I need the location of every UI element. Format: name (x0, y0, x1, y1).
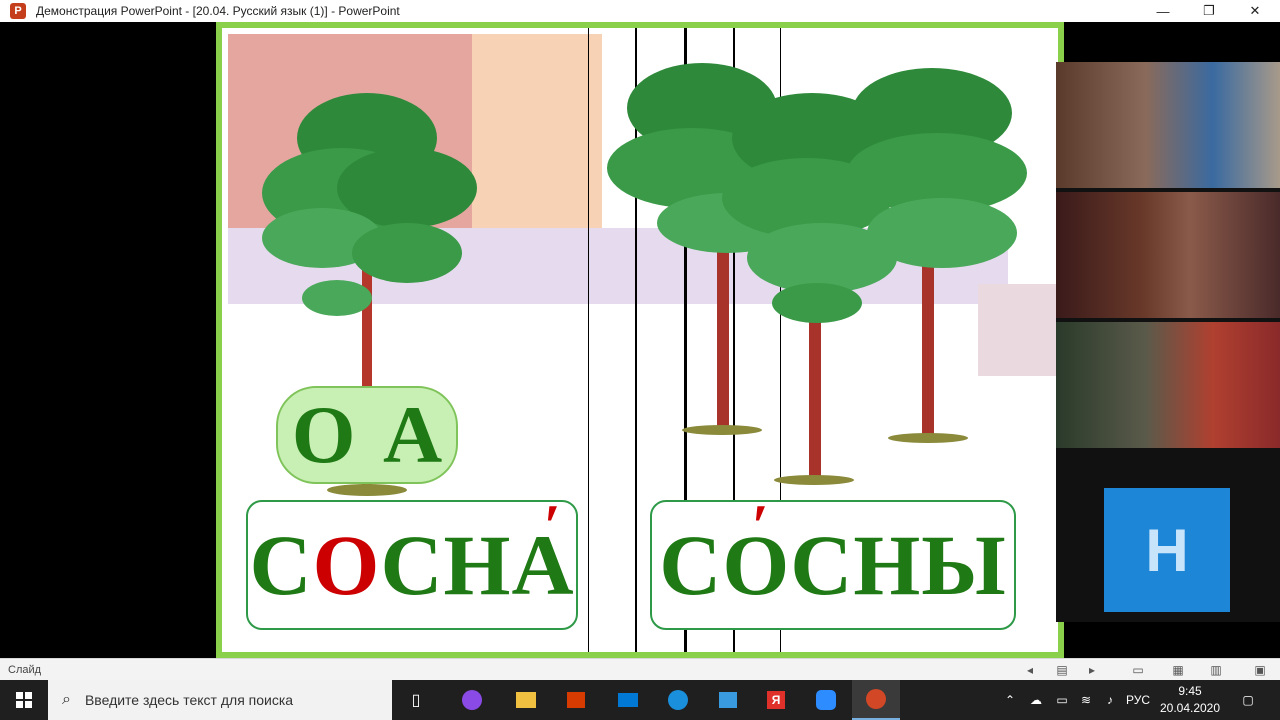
minimize-button[interactable]: — (1140, 0, 1186, 22)
alice-icon[interactable] (448, 680, 496, 720)
stress-mark: ′ (752, 493, 770, 559)
taskbar-search[interactable]: ⌕ Введите здесь текст для поиска (48, 680, 392, 720)
slideshow-stage[interactable]: О А С О СНА ′ С О СНЫ ′ Н (0, 22, 1280, 658)
word-letter: С (659, 517, 723, 613)
word-letter: С (249, 517, 313, 613)
task-view-icon[interactable]: ▯ (392, 680, 440, 720)
participant-video-1[interactable] (1056, 62, 1280, 188)
search-icon: ⌕ (62, 691, 71, 708)
clock[interactable]: 9:45 20.04.2020 (1150, 683, 1230, 717)
powerpoint-icon[interactable] (852, 680, 900, 720)
participant-initial: Н (1145, 516, 1189, 584)
stress-mark: ′ (544, 493, 562, 559)
word-ending: СНЫ (790, 517, 1007, 613)
slideshow-icon[interactable]: ▣ (1252, 662, 1268, 678)
highlighted-vowel: О (312, 517, 381, 613)
store-icon[interactable] (552, 680, 600, 720)
windows-icon (16, 692, 32, 708)
slide-sorter-icon[interactable]: ▦ (1170, 662, 1186, 678)
normal-view-icon[interactable]: ▭ (1130, 662, 1146, 678)
restore-button[interactable]: ❐ (1186, 0, 1232, 22)
word-sosna: С О СНА ′ (246, 496, 578, 630)
word-sosny: С О СНЫ ′ (650, 496, 1016, 630)
file-explorer-icon[interactable] (502, 680, 550, 720)
start-button[interactable] (0, 680, 48, 720)
search-placeholder: Введите здесь текст для поиска (84, 692, 294, 708)
participant-video-3[interactable] (1056, 322, 1280, 448)
volume-icon[interactable]: ♪ (1098, 680, 1122, 720)
participant-video-2[interactable] (1056, 192, 1280, 318)
letter-a[interactable]: А (383, 394, 442, 476)
title-bar: P Демонстрация PowerPoint - [20.04. Русс… (0, 0, 1280, 22)
previous-icon[interactable]: ◂ (1022, 662, 1038, 678)
status-bar: Слайд ◂ ▤ ▸ ▭ ▦ ▥ ▣ (0, 658, 1280, 680)
window-title: Демонстрация PowerPoint - [20.04. Русски… (36, 4, 400, 18)
yandex-icon[interactable]: Я (752, 680, 800, 720)
close-button[interactable]: ✕ (1232, 0, 1278, 22)
zoom-icon[interactable] (802, 680, 850, 720)
wifi-icon[interactable]: ≋ (1074, 680, 1098, 720)
app-icon[interactable] (704, 680, 752, 720)
clock-time: 9:45 (1178, 684, 1202, 698)
video-panel: Н (1056, 62, 1280, 622)
next-icon[interactable]: ▸ (1084, 662, 1100, 678)
battery-icon[interactable]: ▭ (1050, 680, 1074, 720)
taskbar: ⌕ Введите здесь текст для поиска ▯ Я ⌃ ☁… (0, 680, 1280, 720)
onedrive-icon[interactable]: ☁ (1024, 680, 1048, 720)
powerpoint-logo-icon: P (10, 3, 26, 19)
slide-label: Слайд (8, 663, 42, 676)
reading-view-icon[interactable]: ▥ (1208, 662, 1224, 678)
letter-o[interactable]: О (292, 394, 356, 476)
slide[interactable]: О А С О СНА ′ С О СНЫ ′ (216, 22, 1064, 658)
clock-date: 20.04.2020 (1159, 701, 1221, 715)
mail-icon[interactable] (604, 680, 652, 720)
vowel-choice-box[interactable]: О А (276, 386, 458, 484)
participant-avatar-tile[interactable]: Н (1104, 488, 1230, 612)
chevron-up-icon[interactable]: ⌃ (1000, 680, 1020, 720)
edge-icon[interactable] (654, 680, 702, 720)
notifications-icon[interactable]: ▢ (1234, 680, 1262, 720)
menu-icon[interactable]: ▤ (1054, 662, 1070, 678)
